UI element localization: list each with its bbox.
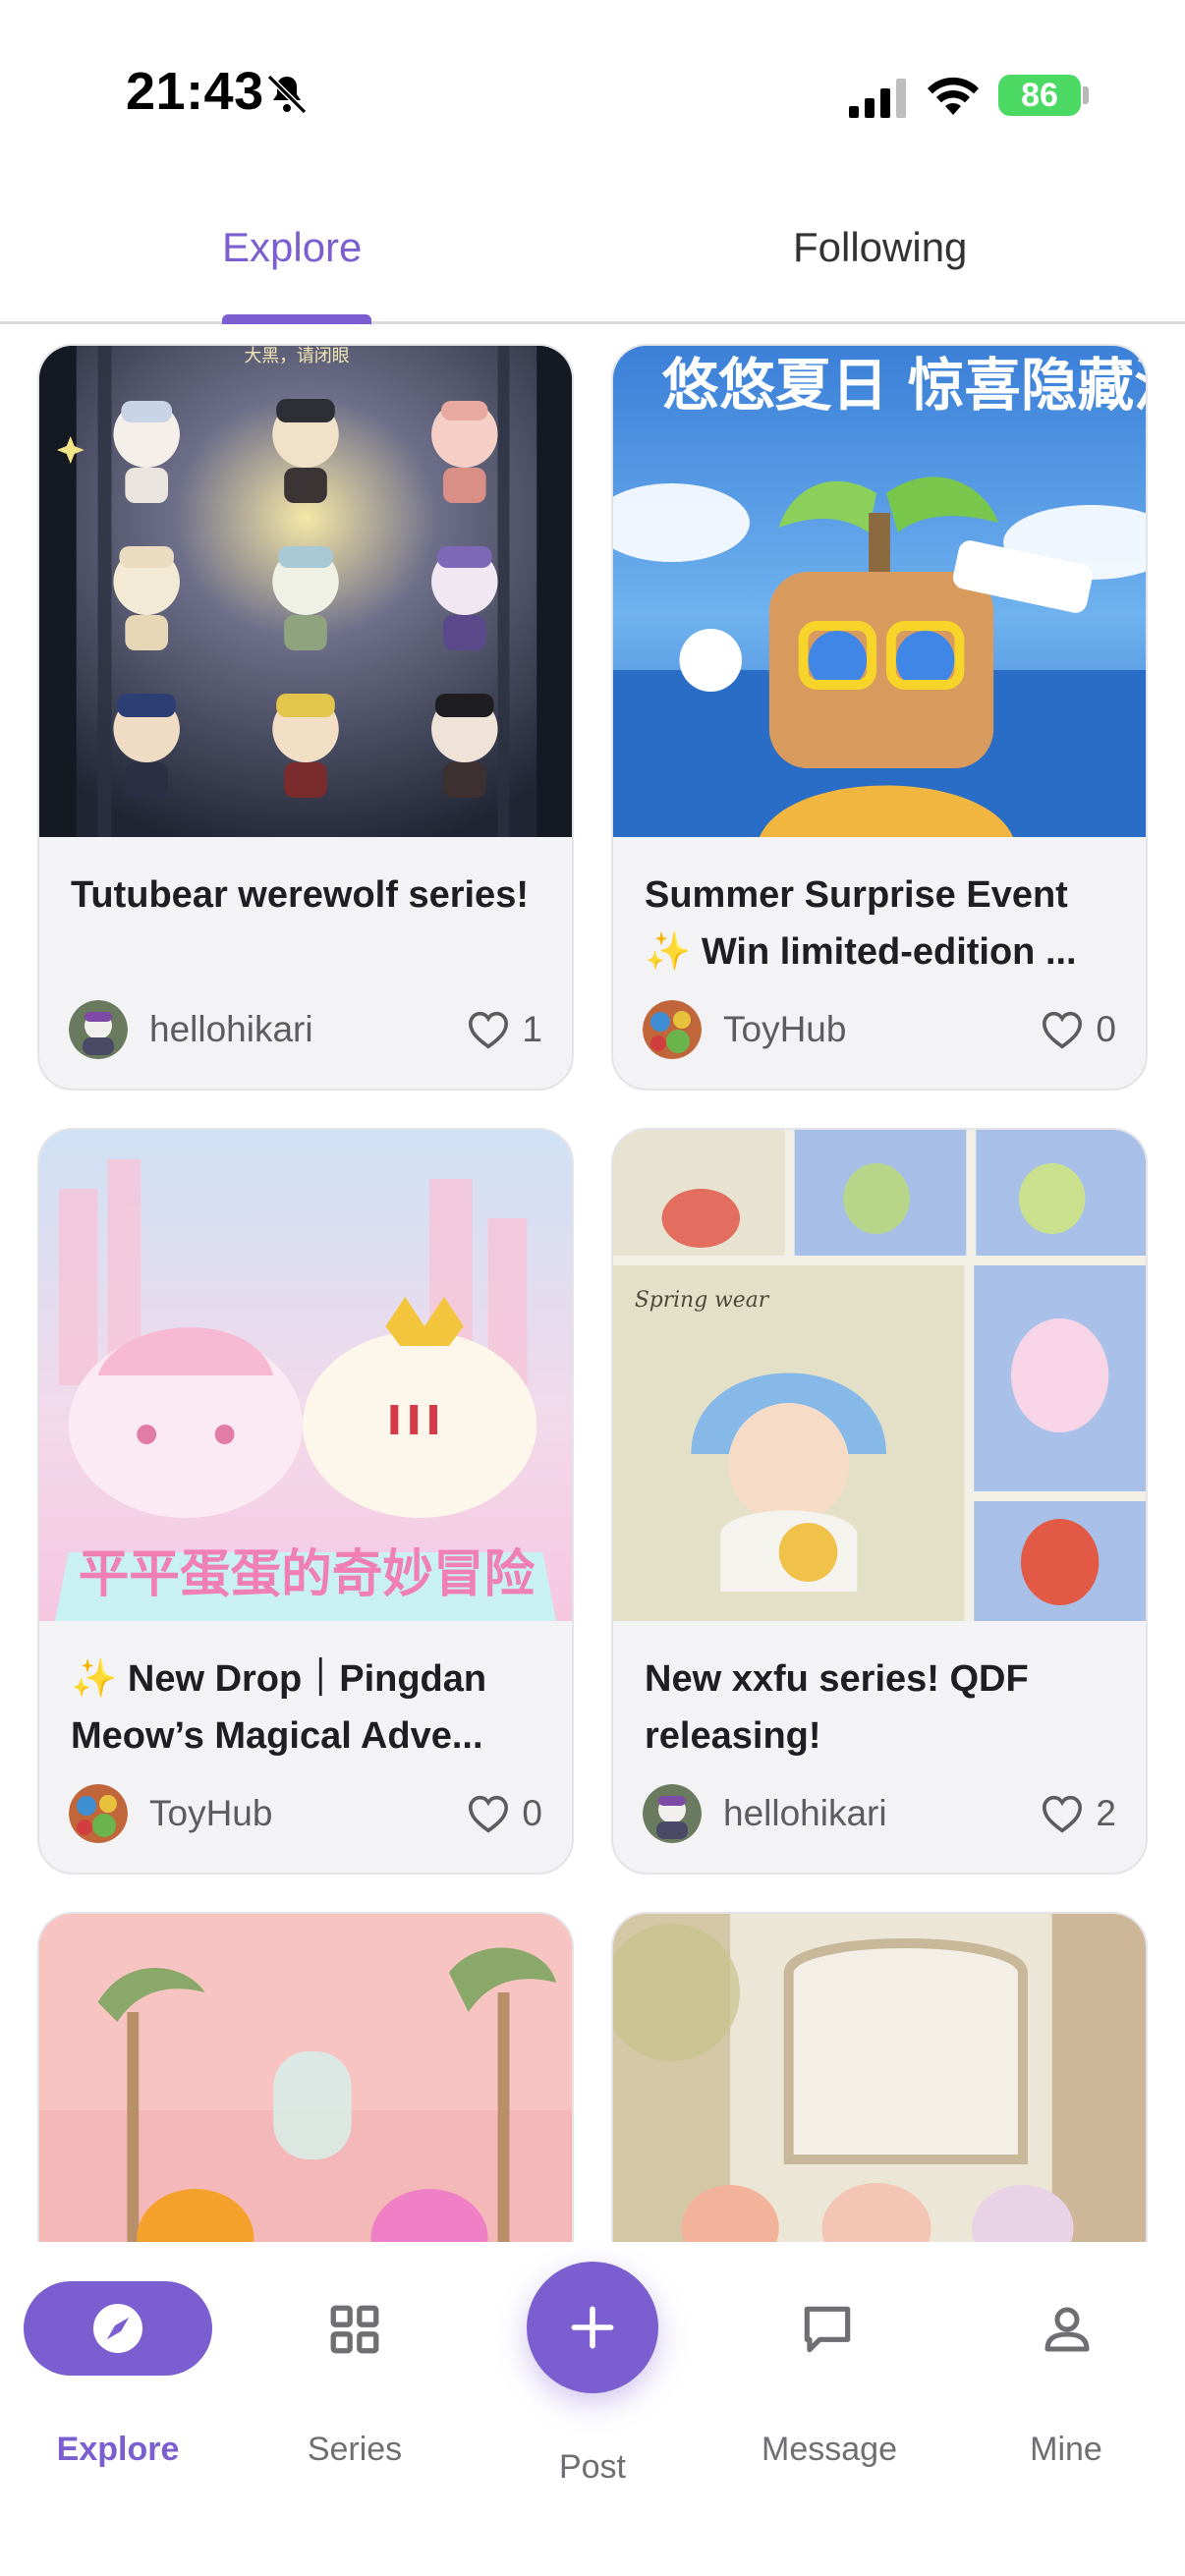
image-lettering: 悠悠夏日 惊喜隐藏活动 送! 限定20体 xyxy=(662,352,1146,419)
heart-icon[interactable] xyxy=(467,1794,510,1833)
post-image[interactable]: 平平蛋蛋的奇妙冒险 xyxy=(39,1130,572,1621)
post-image[interactable]: Spring wear xyxy=(613,1130,1146,1621)
wifi-icon xyxy=(928,77,979,115)
post-card[interactable]: Spring wear New xxfu series! QDF releasi… xyxy=(611,1128,1148,1875)
post-title[interactable]: Summer Surprise Event ✨ Win limited-edit… xyxy=(645,867,1118,980)
like-count: 2 xyxy=(1096,1793,1116,1833)
compass-icon xyxy=(93,2304,142,2353)
like-count: 0 xyxy=(1096,1009,1116,1049)
person-icon xyxy=(1044,2307,1090,2352)
avatar[interactable] xyxy=(643,1784,702,1843)
nav-label-series: Series xyxy=(307,2431,403,2468)
post-card[interactable]: 大黑，请闭眼 Tutubear werewolf series! hellohi… xyxy=(37,344,574,1091)
post-footer: ToyHub 0 xyxy=(69,1782,542,1845)
post-image[interactable] xyxy=(39,1914,572,2242)
explore-feed[interactable]: 大黑，请闭眼 Tutubear werewolf series! hellohi… xyxy=(0,344,1185,2242)
post-button[interactable] xyxy=(527,2262,658,2393)
nav-label-mine: Mine xyxy=(1030,2431,1102,2468)
post-card[interactable] xyxy=(37,1912,574,2242)
like-count: 0 xyxy=(522,1793,542,1833)
plus-icon xyxy=(571,2306,614,2349)
post-title[interactable]: Tutubear werewolf series! xyxy=(71,867,544,924)
battery-indicator: 86 xyxy=(998,75,1081,116)
author-name[interactable]: ToyHub xyxy=(149,1793,467,1834)
app-screen: 21:43 86 Explore Following 大黑，请闭眼 Tutube… xyxy=(0,0,1185,2576)
battery-cap xyxy=(1083,86,1089,104)
tab-following[interactable]: Following xyxy=(793,224,967,271)
bell-off-icon xyxy=(266,74,308,115)
post-title[interactable]: ✨ New Drop｜Pingdan Meow’s Magical Adve..… xyxy=(71,1651,544,1764)
battery-level: 86 xyxy=(1021,76,1058,114)
status-time: 21:43 xyxy=(126,62,264,121)
post-footer: ToyHub 0 xyxy=(643,998,1116,1061)
avatar[interactable] xyxy=(69,1000,128,1059)
post-image[interactable] xyxy=(613,1914,1146,2242)
nav-label-explore: Explore xyxy=(56,2431,180,2468)
nav-label-message: Message xyxy=(762,2431,897,2468)
tab-explore[interactable]: Explore xyxy=(222,224,362,271)
nav-label-post: Post xyxy=(558,2448,627,2486)
feed-tabs: Explore Following xyxy=(0,196,1185,324)
grid-icon xyxy=(330,2305,379,2354)
post-card[interactable] xyxy=(611,1912,1148,2242)
post-card[interactable]: 悠悠夏日 惊喜隐藏活动 送! 限定20体 Summer Surprise Eve… xyxy=(611,344,1148,1091)
post-image[interactable]: 大黑，请闭眼 xyxy=(39,346,572,837)
post-footer: hellohikari 2 xyxy=(643,1782,1116,1845)
author-name[interactable]: hellohikari xyxy=(149,1009,467,1050)
author-name[interactable]: hellohikari xyxy=(723,1793,1041,1834)
status-bar: 21:43 86 xyxy=(0,0,1185,167)
avatar[interactable] xyxy=(643,1000,702,1059)
post-image[interactable]: 悠悠夏日 惊喜隐藏活动 送! 限定20体 xyxy=(613,346,1146,837)
active-tab-indicator xyxy=(222,314,371,324)
chat-bubble-icon xyxy=(804,2306,851,2353)
post-footer: hellohikari 1 xyxy=(69,998,542,1061)
like-count: 1 xyxy=(522,1009,542,1049)
post-title[interactable]: New xxfu series! QDF releasing! xyxy=(645,1651,1118,1764)
author-name[interactable]: ToyHub xyxy=(723,1009,1041,1050)
bottom-nav: Explore Series Post Message Mine xyxy=(0,2242,1185,2576)
image-lettering: 大黑，请闭眼 xyxy=(244,346,349,366)
avatar[interactable] xyxy=(69,1784,128,1843)
heart-icon[interactable] xyxy=(1041,1010,1084,1049)
post-card[interactable]: 平平蛋蛋的奇妙冒险 ✨ New Drop｜Pingdan Meow’s Magi… xyxy=(37,1128,574,1875)
image-lettering: 平平蛋蛋的奇妙冒险 xyxy=(79,1545,536,1604)
image-lettering: Spring wear xyxy=(635,1288,770,1313)
heart-icon[interactable] xyxy=(1041,1794,1084,1833)
heart-icon[interactable] xyxy=(467,1010,510,1049)
cellular-signal-icon xyxy=(849,79,906,118)
